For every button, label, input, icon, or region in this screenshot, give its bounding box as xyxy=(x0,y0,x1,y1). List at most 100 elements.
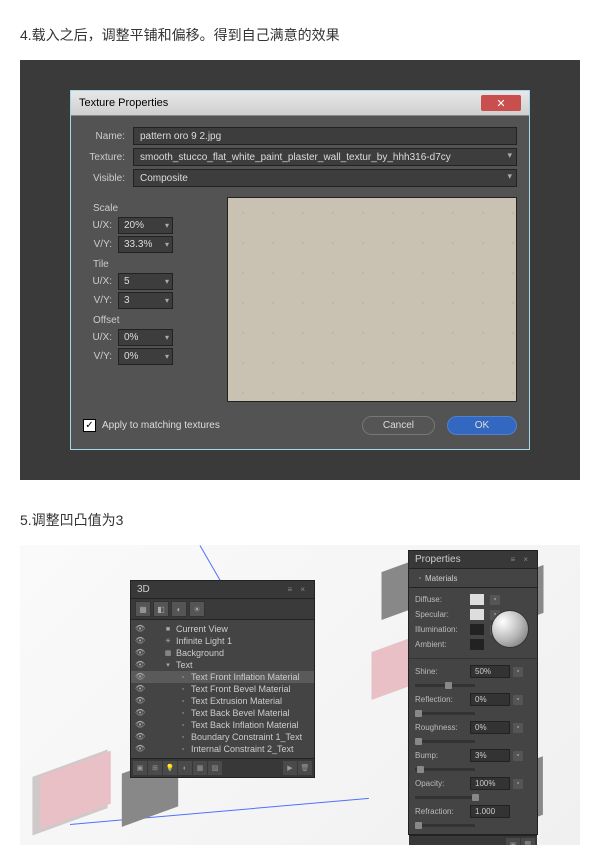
tree-item[interactable]: 👁▫Internal Constraint 2_Text xyxy=(131,743,314,755)
item-type-icon: ▫ xyxy=(178,708,188,718)
visibility-icon[interactable]: 👁 xyxy=(135,684,145,694)
shine-slider[interactable] xyxy=(415,684,475,687)
bump-slider[interactable] xyxy=(415,768,475,771)
panel-menu-icon[interactable]: ≡ × xyxy=(287,585,308,594)
ok-button[interactable]: OK xyxy=(447,416,517,435)
visibility-icon[interactable]: 👁 xyxy=(135,624,145,634)
panel-properties[interactable]: Properties ≡ × ▫ Materials Diffuse:▫ Spe… xyxy=(408,550,538,835)
tree-item-label: Text Extrusion Material xyxy=(191,696,282,706)
illumination-swatch[interactable] xyxy=(470,624,484,635)
opacity-slider[interactable] xyxy=(415,796,475,799)
tree-item[interactable]: 👁▫Text Back Inflation Material xyxy=(131,719,314,731)
tree-item[interactable]: 👁▦Background xyxy=(131,647,314,659)
reflection-field[interactable]: 0% xyxy=(470,693,510,706)
tile-vy-field[interactable]: 3 xyxy=(118,292,173,309)
visibility-icon[interactable]: 👁 xyxy=(135,636,145,646)
illumination-label: Illumination: xyxy=(415,625,470,634)
filter-scene-icon[interactable]: ▦ xyxy=(135,601,151,617)
visibility-icon[interactable]: 👁 xyxy=(135,744,145,754)
tree-item[interactable]: 👁▫Text Front Bevel Material xyxy=(131,683,314,695)
scale-ux-label: U/X: xyxy=(83,220,118,231)
visible-dropdown[interactable]: Composite xyxy=(133,169,517,187)
panel-menu-icon[interactable]: ≡ × xyxy=(510,555,531,564)
tree-item[interactable]: 👁▫Boundary Constraint 1_Text xyxy=(131,731,314,743)
panel-3d-title: 3D xyxy=(137,584,150,595)
screenshot-2: 3D ≡ × ▦ ◧ ◐ ☀ 👁■Current View👁☀Infinite … xyxy=(20,545,580,845)
offset-ux-field[interactable]: 0% xyxy=(118,329,173,346)
tree-item-label: Internal Constraint 2_Text xyxy=(191,744,294,754)
visibility-icon[interactable]: 👁 xyxy=(135,696,145,706)
refraction-slider[interactable] xyxy=(415,824,475,827)
offset-vy-field[interactable]: 0% xyxy=(118,348,173,365)
specular-swatch[interactable] xyxy=(470,609,484,620)
item-type-icon: ▫ xyxy=(178,672,188,682)
perspective-line xyxy=(70,798,369,825)
scale-vy-field[interactable]: 33.3% xyxy=(118,236,173,253)
tree-item-label: Current View xyxy=(176,624,228,634)
visibility-icon[interactable]: 👁 xyxy=(135,672,145,682)
apply-label: Apply to matching textures xyxy=(102,420,220,431)
refraction-field[interactable]: 1.000 xyxy=(470,805,510,818)
scale-ux-field[interactable]: 20% xyxy=(118,217,173,234)
folder-icon[interactable]: ▫ xyxy=(513,695,523,705)
folder-icon[interactable]: ▫ xyxy=(513,723,523,733)
delete-icon[interactable]: 🗑 xyxy=(521,838,535,845)
step-5-text: 5.调整凹凸值为3 xyxy=(20,510,580,530)
apply-checkbox[interactable]: ✓ xyxy=(83,419,96,432)
materials-icon: ▫ xyxy=(415,573,425,583)
offset-vy-label: V/Y: xyxy=(83,351,118,362)
filter-mesh-icon[interactable]: ◧ xyxy=(153,601,169,617)
materials-label: Materials xyxy=(425,574,457,583)
cancel-button[interactable]: Cancel xyxy=(362,416,435,435)
render-icon[interactable]: ▶ xyxy=(283,761,297,775)
filter-material-icon[interactable]: ◐ xyxy=(171,601,187,617)
tool-icon[interactable]: ▨ xyxy=(208,761,222,775)
tree-item[interactable]: 👁☀Infinite Light 1 xyxy=(131,635,314,647)
tree-item[interactable]: 👁■Current View xyxy=(131,623,314,635)
opacity-field[interactable]: 100% xyxy=(470,777,510,790)
tool-icon[interactable]: ▦ xyxy=(193,761,207,775)
roughness-field[interactable]: 0% xyxy=(470,721,510,734)
bump-label: Bump: xyxy=(415,751,470,760)
diffuse-swatch[interactable] xyxy=(470,594,484,605)
folder-icon[interactable]: ▫ xyxy=(513,779,523,789)
visibility-icon[interactable]: 👁 xyxy=(135,732,145,742)
tree-item[interactable]: 👁▫Text Front Inflation Material xyxy=(131,671,314,683)
visibility-icon[interactable]: 👁 xyxy=(135,708,145,718)
panel-3d[interactable]: 3D ≡ × ▦ ◧ ◐ ☀ 👁■Current View👁☀Infinite … xyxy=(130,580,315,778)
visibility-icon[interactable]: 👁 xyxy=(135,648,145,658)
reflection-slider[interactable] xyxy=(415,712,475,715)
folder-icon[interactable]: ▫ xyxy=(513,751,523,761)
tree-item[interactable]: 👁▾Text xyxy=(131,659,314,671)
tool-icon[interactable]: ◐ xyxy=(178,761,192,775)
name-field[interactable]: pattern oro 9 2.jpg xyxy=(133,127,517,145)
folder-icon[interactable]: ▫ xyxy=(513,667,523,677)
close-icon[interactable]: ✕ xyxy=(481,95,521,111)
tool-icon[interactable]: ▣ xyxy=(133,761,147,775)
scale-label: Scale xyxy=(93,203,213,214)
item-type-icon: ▫ xyxy=(178,696,188,706)
filter-light-icon[interactable]: ☀ xyxy=(189,601,205,617)
texture-dropdown[interactable]: smooth_stucco_flat_white_paint_plaster_w… xyxy=(133,148,517,166)
scale-vy-label: V/Y: xyxy=(83,239,118,250)
visibility-icon[interactable]: 👁 xyxy=(135,660,145,670)
offset-ux-label: U/X: xyxy=(83,332,118,343)
specular-label: Specular: xyxy=(415,610,470,619)
tool-icon[interactable]: 💡 xyxy=(163,761,177,775)
refraction-label: Refraction: xyxy=(415,807,470,816)
diffuse-label: Diffuse: xyxy=(415,595,470,604)
shine-field[interactable]: 50% xyxy=(470,665,510,678)
material-preview-sphere[interactable] xyxy=(491,610,529,648)
tile-ux-field[interactable]: 5 xyxy=(118,273,173,290)
visibility-icon[interactable]: 👁 xyxy=(135,720,145,730)
tree-item[interactable]: 👁 ▫Text Extrusion Material xyxy=(131,695,314,707)
tree-item[interactable]: 👁▫Text Back Bevel Material xyxy=(131,707,314,719)
roughness-slider[interactable] xyxy=(415,740,475,743)
delete-icon[interactable]: 🗑 xyxy=(298,761,312,775)
dialog-titlebar[interactable]: Texture Properties ✕ xyxy=(71,91,529,116)
folder-icon[interactable]: ▫ xyxy=(490,595,500,605)
tool-icon[interactable]: ⊞ xyxy=(148,761,162,775)
ambient-swatch[interactable] xyxy=(470,639,484,650)
panel-icon[interactable]: ▣ xyxy=(506,838,520,845)
bump-field[interactable]: 3% xyxy=(470,749,510,762)
